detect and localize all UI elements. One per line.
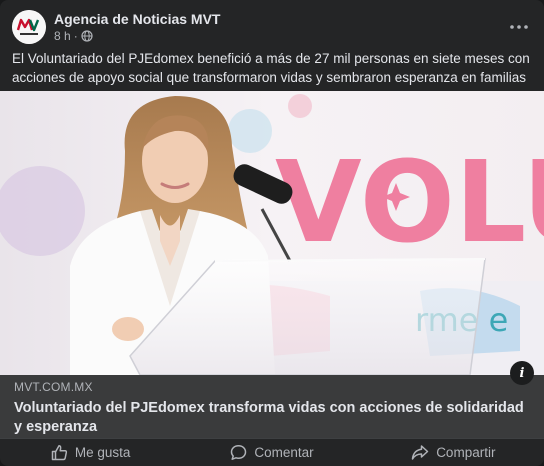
post-header: Agencia de Noticias MVT 8 h · [12,10,532,44]
post-meta: Agencia de Noticias MVT 8 h · [54,11,220,44]
like-label: Me gusta [74,445,131,460]
globe-icon [81,30,93,42]
author-name[interactable]: Agencia de Noticias MVT [54,11,220,28]
comment-label: Comentar [254,445,314,460]
link-preview[interactable]: i MVT.COM.MX Voluntariado del PJEdomex t… [0,361,544,438]
share-icon [411,445,429,460]
speaker-photo: VOLU rme e [0,91,544,375]
comment-icon [231,445,247,460]
more-dots-icon [510,25,528,29]
post-image[interactable]: VOLU rme e [0,91,544,375]
link-domain: MVT.COM.MX [14,380,93,394]
avatar[interactable] [12,10,46,44]
mvt-logo-icon [12,10,46,44]
banner-text: VOLU [275,138,544,268]
post-subline: 8 h · [54,29,220,44]
share-label: Compartir [436,445,496,460]
post-card: Agencia de Noticias MVT 8 h · El Volunta… [0,0,544,466]
share-button[interactable]: Compartir [363,439,544,466]
link-headline[interactable]: Voluntariado del PJEdomex transforma vid… [14,399,530,437]
post-actions: Me gusta Comentar Compartir [0,438,544,466]
separator-dot: · [73,28,78,43]
post-time[interactable]: 8 h [54,29,71,44]
like-button[interactable]: Me gusta [0,439,181,466]
thumbs-up-icon [51,445,67,461]
comment-button[interactable]: Comentar [181,439,362,466]
more-options-button[interactable] [506,14,532,40]
info-button[interactable]: i [510,361,534,385]
